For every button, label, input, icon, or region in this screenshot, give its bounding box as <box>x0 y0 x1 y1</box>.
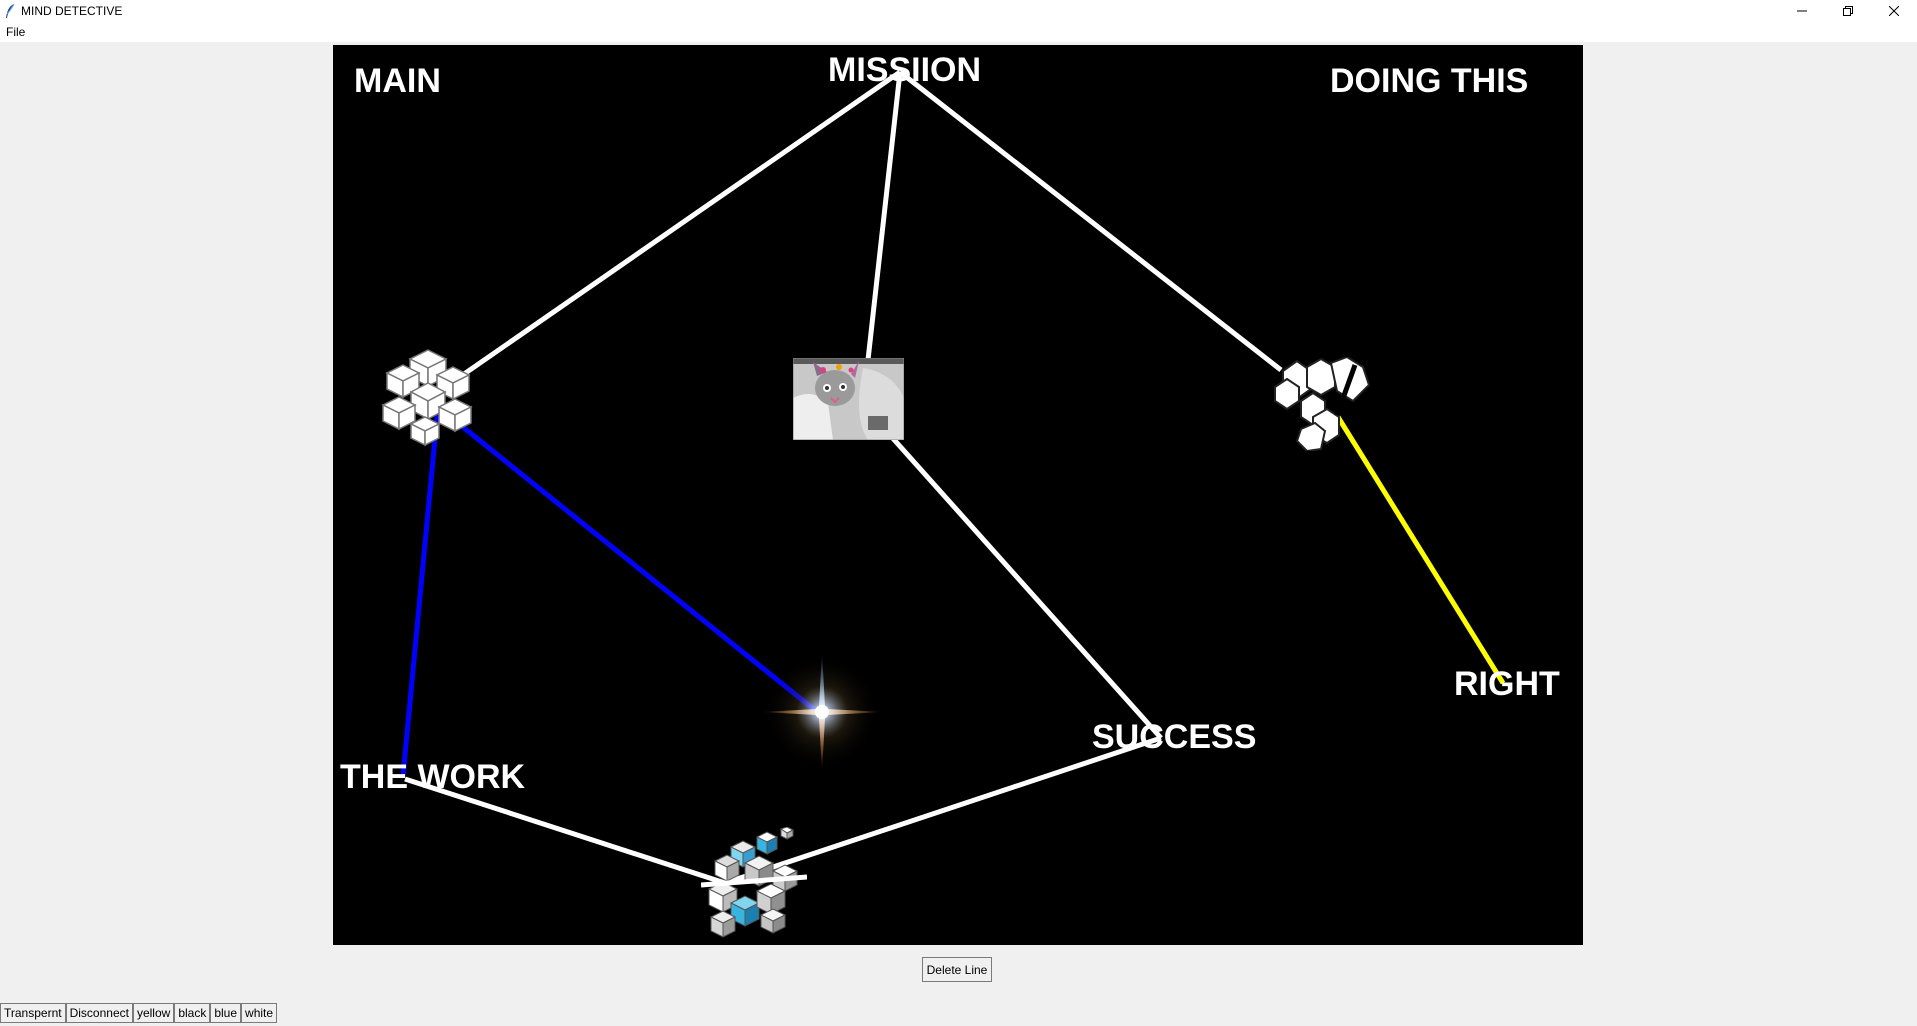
node-label-doing-this[interactable]: DOING THIS <box>1330 62 1528 100</box>
node-label-success[interactable]: SUCCESS <box>1092 718 1256 756</box>
restore-icon <box>1843 6 1853 16</box>
feather-icon <box>6 3 15 18</box>
white-cube-cluster-icon[interactable] <box>381 345 475 447</box>
window-title: MIND DETECTIVE <box>21 4 123 18</box>
node-label-right[interactable]: RIGHT <box>1454 665 1560 703</box>
connection-line[interactable] <box>860 71 903 406</box>
cat-photo-image[interactable] <box>793 358 904 440</box>
close-icon <box>1889 6 1899 16</box>
yellow-color-button[interactable]: yellow <box>132 1003 175 1023</box>
star-flare-image[interactable] <box>761 652 883 772</box>
black-color-button[interactable]: black <box>174 1003 211 1023</box>
mind-map-canvas[interactable]: MAIN MISSIION DOING THIS RIGHT SUCCESS T… <box>333 45 1583 945</box>
node-label-mission[interactable]: MISSIION <box>828 51 981 89</box>
blue-color-button[interactable]: blue <box>210 1003 242 1023</box>
white-color-button[interactable]: white <box>241 1003 278 1023</box>
transparent-button[interactable]: Transpernt <box>0 1003 66 1023</box>
connection-line[interactable] <box>861 403 1163 740</box>
disconnect-button[interactable]: Disconnect <box>65 1003 133 1023</box>
connection-lines-layer <box>400 69 1506 886</box>
minimize-button[interactable] <box>1779 0 1825 22</box>
minimize-icon <box>1797 10 1807 12</box>
connection-line[interactable] <box>439 69 902 393</box>
title-bar: MIND DETECTIVE <box>0 0 1917 22</box>
maximize-button[interactable] <box>1825 0 1871 22</box>
delete-line-button[interactable]: Delete Line <box>922 957 992 982</box>
menu-bar: File <box>0 22 1917 42</box>
connection-line[interactable] <box>400 406 441 777</box>
connection-line[interactable] <box>898 70 1283 372</box>
connection-line[interactable] <box>1335 415 1506 685</box>
menu-file[interactable]: File <box>6 25 25 39</box>
blue-cube-cluster-icon[interactable] <box>701 827 807 939</box>
node-label-the-work[interactable]: THE WORK <box>340 758 525 796</box>
tool-bar: Transpernt Disconnect yellow black blue … <box>0 1003 278 1023</box>
white-cube-fragments-icon[interactable] <box>1273 357 1377 451</box>
node-label-main[interactable]: MAIN <box>354 62 441 100</box>
close-button[interactable] <box>1871 0 1917 22</box>
